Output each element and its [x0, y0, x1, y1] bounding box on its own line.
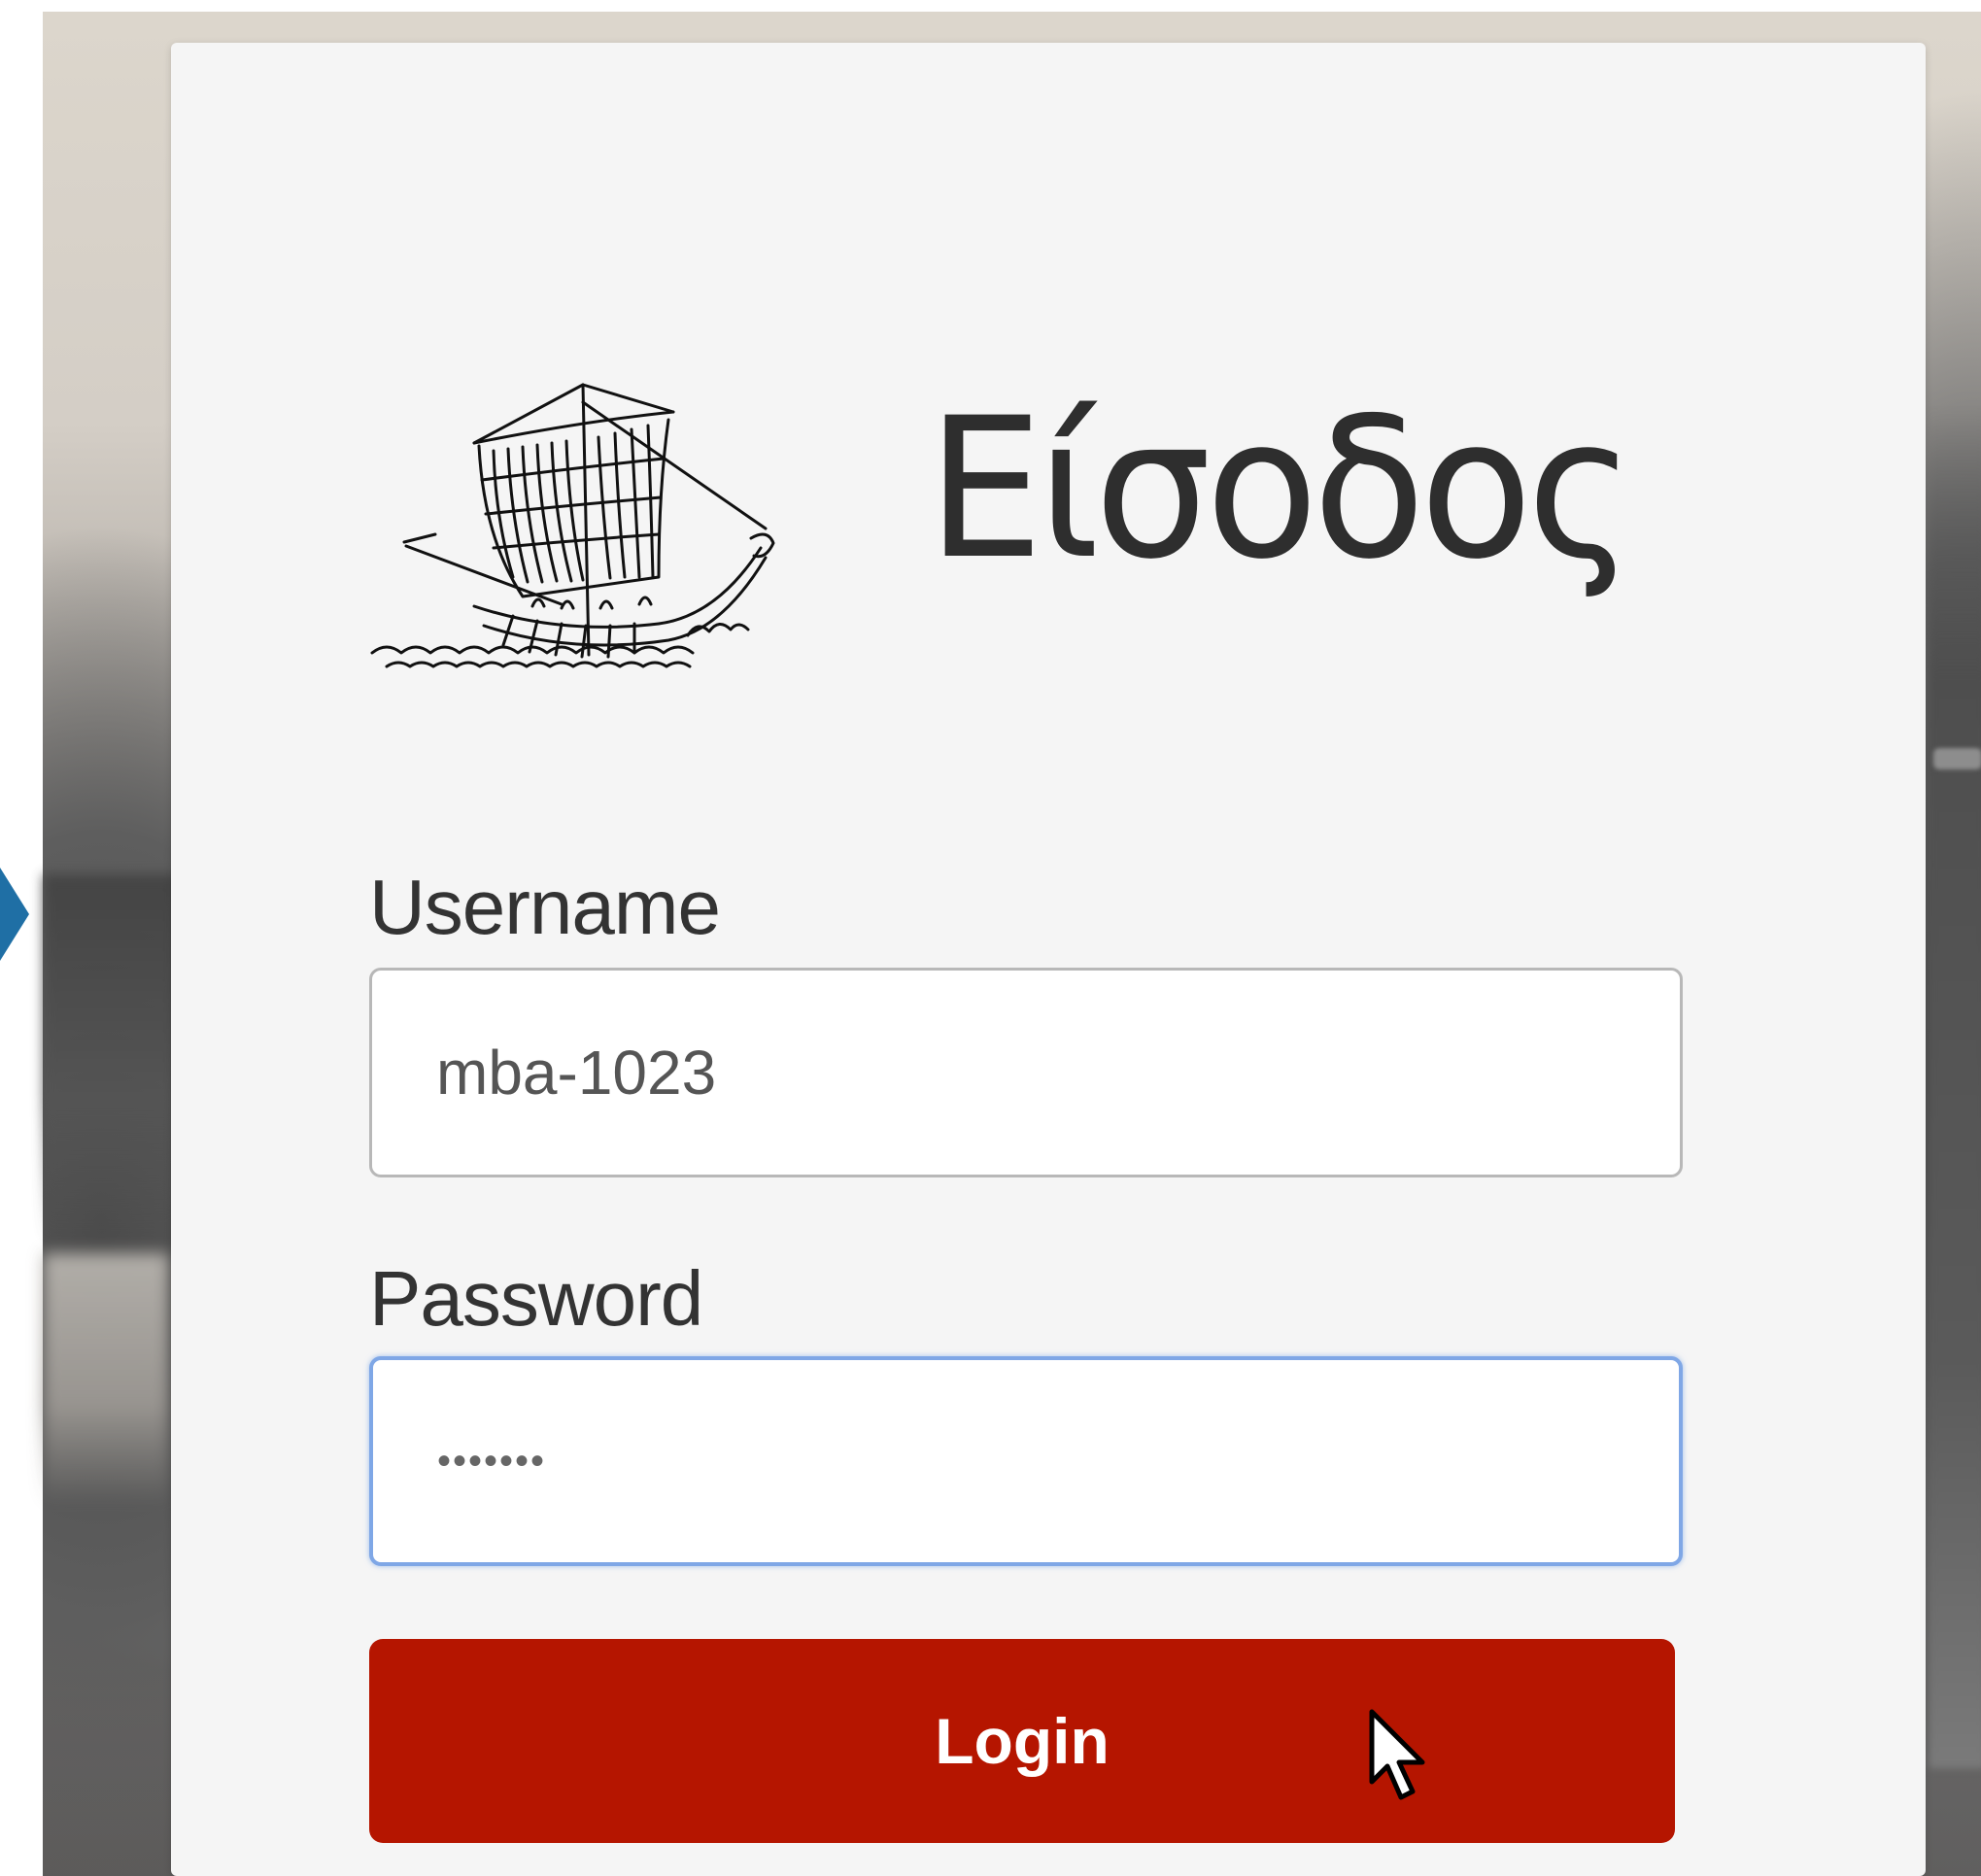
login-card: Είσοδος Username mba-1023 Password •••••…: [171, 43, 1926, 1876]
arrow-marker-icon: [0, 868, 29, 961]
password-value: •••••••: [437, 1439, 547, 1483]
username-label: Username: [369, 864, 721, 950]
login-button-label: Login: [935, 1705, 1110, 1777]
username-value: mba-1023: [436, 1038, 717, 1108]
background-light-object: [43, 1253, 169, 1506]
background-right-object: [1929, 408, 1981, 1768]
background-right-mark: [1933, 748, 1981, 769]
ancient-ship-logo: [370, 383, 775, 668]
password-label: Password: [369, 1255, 703, 1342]
page-title: Είσοδος: [927, 376, 1635, 602]
username-input[interactable]: mba-1023: [369, 968, 1683, 1177]
background-dark-object: [43, 874, 179, 1244]
password-input[interactable]: •••••••: [369, 1356, 1683, 1566]
login-button[interactable]: Login: [369, 1639, 1675, 1843]
mouse-pointer-icon: [1369, 1709, 1425, 1800]
